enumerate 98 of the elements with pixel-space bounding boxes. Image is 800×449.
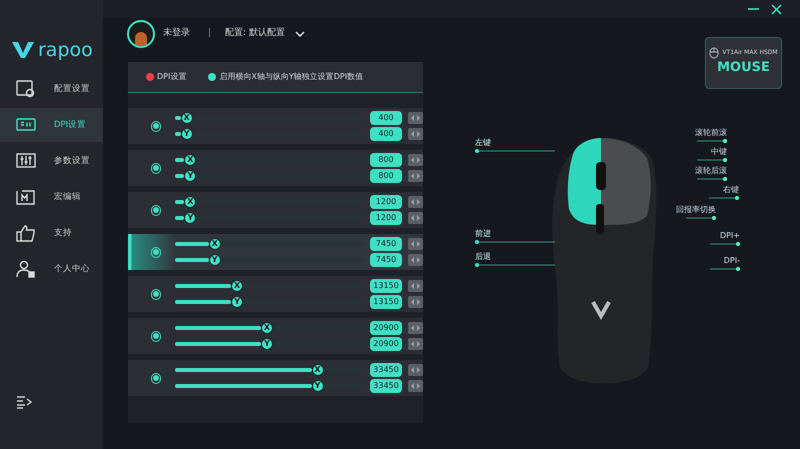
stepper-arrows-icon[interactable] bbox=[408, 128, 423, 140]
radio-button[interactable] bbox=[151, 372, 161, 384]
dpi-value-field[interactable]: 20900 bbox=[370, 337, 402, 351]
radio-button[interactable] bbox=[151, 288, 161, 300]
radio-button[interactable] bbox=[151, 330, 161, 342]
dpi-value-field[interactable]: 7450 bbox=[370, 237, 402, 251]
dpi-level-row[interactable]: X 400 Y 400 bbox=[128, 108, 423, 144]
slider-thumb[interactable]: X bbox=[208, 238, 221, 250]
stepper-arrows-icon[interactable] bbox=[408, 322, 423, 334]
sidebar-item[interactable]: DPI设置 bbox=[0, 108, 103, 142]
dpi-value-field[interactable]: 800 bbox=[370, 153, 402, 167]
leader-line bbox=[686, 216, 716, 220]
stepper-arrows-icon[interactable] bbox=[408, 380, 423, 392]
dpi-value-field[interactable]: 400 bbox=[370, 111, 402, 125]
slider-thumb[interactable]: X bbox=[261, 322, 274, 334]
slider-thumb[interactable]: Y bbox=[312, 380, 324, 392]
mouse-icon bbox=[709, 46, 720, 59]
sidebar-item[interactable]: 配置设置 bbox=[0, 72, 103, 106]
slider-thumb[interactable]: Y bbox=[184, 170, 196, 182]
sidebar-item[interactable]: 参数设置 bbox=[0, 144, 103, 178]
chevron-down-icon[interactable] bbox=[294, 31, 305, 37]
stepper-arrows-icon[interactable] bbox=[408, 364, 423, 376]
sidebar-item[interactable]: 支持 bbox=[0, 216, 103, 250]
dpi-value-field[interactable]: 33450 bbox=[370, 363, 402, 377]
slider-thumb[interactable]: Y bbox=[261, 338, 274, 350]
slider-thumb[interactable]: Y bbox=[231, 296, 244, 308]
slider-thumb[interactable]: Y bbox=[180, 128, 193, 140]
minimize-icon[interactable] bbox=[748, 7, 759, 11]
button-label: 后退 bbox=[475, 251, 491, 263]
button-label: 前进 bbox=[475, 228, 491, 240]
dpi-value-field[interactable]: 800 bbox=[370, 169, 402, 183]
radio-button[interactable] bbox=[151, 246, 161, 258]
collapse-menu-icon[interactable] bbox=[16, 395, 32, 409]
slider-thumb[interactable]: Y bbox=[184, 212, 196, 224]
dpi-value-field[interactable]: 20900 bbox=[370, 321, 402, 335]
dpi-value-field[interactable]: 13150 bbox=[370, 279, 402, 293]
stepper-arrows-icon[interactable] bbox=[408, 296, 423, 308]
dpi-value-field[interactable]: 1200 bbox=[370, 195, 402, 209]
button-label: 右键 bbox=[723, 184, 739, 196]
close-icon[interactable] bbox=[771, 4, 782, 14]
header-separator: | bbox=[208, 27, 212, 40]
leader-line bbox=[710, 242, 740, 246]
button-label: 中键 bbox=[711, 146, 727, 158]
button-label: DPI- bbox=[724, 255, 740, 267]
slider-thumb[interactable]: X bbox=[184, 154, 196, 166]
slider-thumb[interactable]: X bbox=[180, 112, 193, 124]
logo-text: rapoo bbox=[38, 40, 93, 60]
sidebar-item[interactable]: 个人中心 bbox=[0, 252, 103, 286]
slider-thumb[interactable]: X bbox=[231, 280, 244, 292]
stepper-arrows-icon[interactable] bbox=[408, 212, 423, 224]
slider-thumb[interactable]: Y bbox=[208, 254, 221, 266]
radio-button[interactable] bbox=[151, 204, 161, 216]
device-type: MOUSE bbox=[717, 59, 770, 77]
logo-v-icon bbox=[12, 41, 34, 59]
macro-icon bbox=[16, 188, 36, 206]
button-label: 回报率切换 bbox=[676, 204, 716, 216]
dpi-value-field[interactable]: 13150 bbox=[370, 295, 402, 309]
thumb-icon bbox=[16, 224, 36, 242]
slider-thumb[interactable]: X bbox=[312, 364, 324, 376]
stepper-arrows-icon[interactable] bbox=[408, 112, 423, 124]
dpi-value-field[interactable]: 7450 bbox=[370, 253, 402, 267]
option-label: DPI设置 bbox=[157, 71, 186, 83]
option-label: 启用横向X轴与纵向Y轴独立设置DPI数值 bbox=[219, 71, 364, 83]
login-status[interactable]: 未登录 bbox=[163, 27, 190, 41]
button-label: 滚轮后滚 bbox=[695, 165, 727, 177]
user-icon bbox=[16, 260, 36, 278]
button-label: DPI+ bbox=[720, 230, 740, 242]
button-label: 滚轮前滚 bbox=[695, 127, 727, 139]
dpi-value-field[interactable]: 33450 bbox=[370, 379, 402, 393]
dpi-level-row[interactable]: X 20900 Y 20900 bbox=[128, 318, 423, 354]
stepper-arrows-icon[interactable] bbox=[408, 338, 423, 350]
button-label: 左键 bbox=[475, 137, 491, 149]
stepper-arrows-icon[interactable] bbox=[408, 170, 423, 182]
leader-line bbox=[697, 177, 727, 181]
dpi-value-field[interactable]: 400 bbox=[370, 127, 402, 141]
dpi-level-row[interactable]: X 33450 Y 33450 bbox=[128, 360, 423, 396]
dpi-value-field[interactable]: 1200 bbox=[370, 211, 402, 225]
dpi-level-row[interactable]: X 13150 Y 13150 bbox=[128, 276, 423, 312]
avatar[interactable] bbox=[127, 20, 155, 48]
radio-button[interactable] bbox=[151, 162, 161, 174]
profile-selector[interactable]: 配置: 默认配置 bbox=[225, 27, 285, 41]
stepper-arrows-icon[interactable] bbox=[408, 254, 423, 266]
dpi-level-row[interactable]: X 800 Y 800 bbox=[128, 150, 423, 186]
sidebar-item[interactable]: 宏编辑 bbox=[0, 180, 103, 214]
stepper-arrows-icon[interactable] bbox=[408, 196, 423, 208]
sliders-icon bbox=[16, 152, 36, 170]
stepper-arrows-icon[interactable] bbox=[408, 238, 423, 250]
dpi-level-row[interactable]: X 1200 Y 1200 bbox=[128, 192, 423, 228]
radio-button[interactable] bbox=[151, 120, 161, 132]
stepper-arrows-icon[interactable] bbox=[408, 154, 423, 166]
leader-line bbox=[697, 139, 727, 143]
leader-line bbox=[710, 267, 740, 271]
dpi-level-row[interactable]: X 7450 Y 7450 bbox=[128, 234, 423, 270]
slider-thumb[interactable]: X bbox=[184, 196, 196, 208]
leader-line bbox=[697, 158, 727, 162]
leader-line bbox=[709, 196, 739, 200]
stepper-arrows-icon[interactable] bbox=[408, 280, 423, 292]
profile-icon bbox=[16, 80, 36, 98]
